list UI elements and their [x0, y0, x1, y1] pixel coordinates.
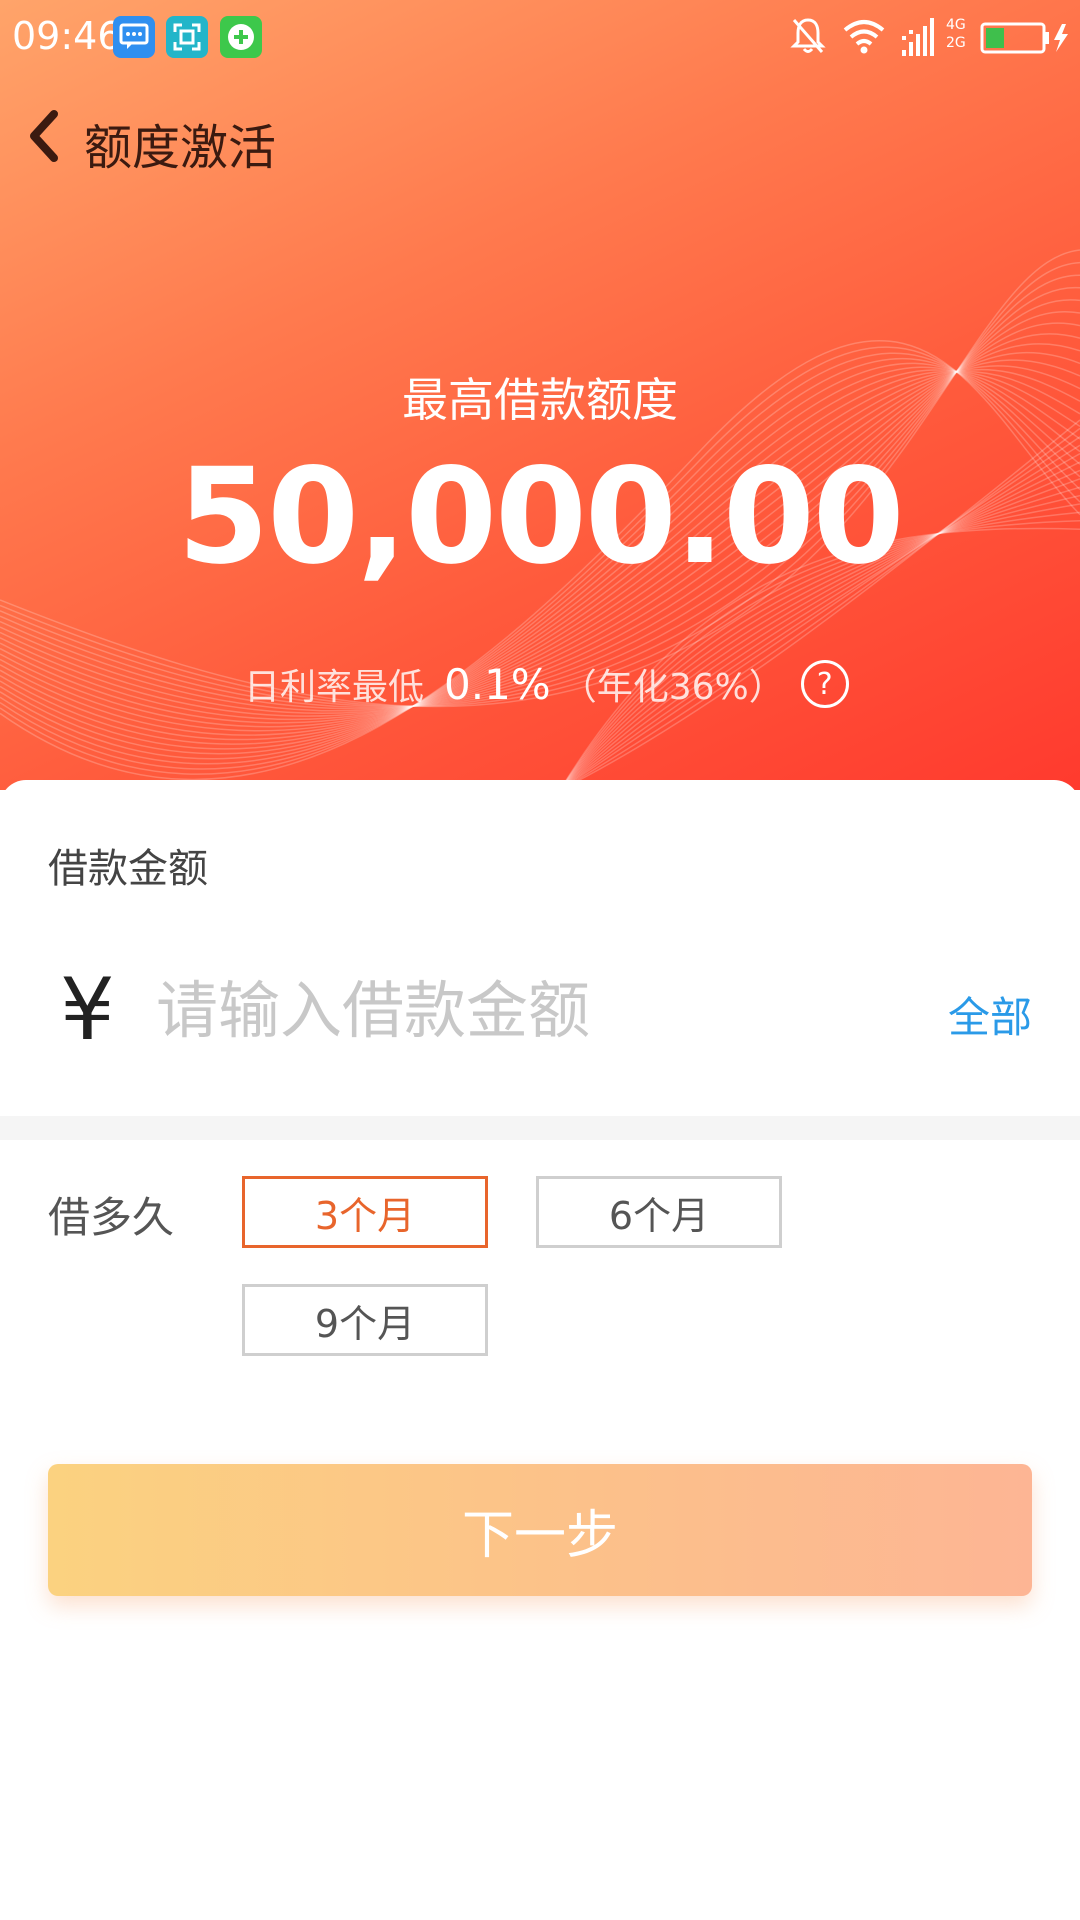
term-option-3-months[interactable]: 3个月 [242, 1176, 488, 1248]
network-type: 4G 2G [946, 17, 966, 51]
term-option-9-months[interactable]: 9个月 [242, 1284, 488, 1356]
signal-icon [902, 18, 934, 56]
bell-off-icon [790, 18, 826, 53]
term-option-6-months[interactable]: 6个月 [536, 1176, 782, 1248]
section-divider [0, 1116, 1080, 1140]
message-icon [113, 16, 155, 58]
wifi-icon [843, 20, 885, 54]
next-step-button[interactable]: 下一步 [48, 1464, 1032, 1596]
currency-symbol: ¥ [60, 960, 115, 1060]
status-time: 09:46 [12, 14, 122, 58]
scan-icon [166, 16, 208, 58]
help-icon[interactable]: ? [800, 660, 849, 708]
rate-value: 0.1% [444, 659, 551, 709]
limit-label: 最高借款额度 [402, 373, 678, 427]
rate-prefix: 日利率最低 [244, 667, 425, 708]
loan-form-card: 借款金额 ¥ 全部 借多久 3个月 6个月 9个月 下一步 [0, 780, 1080, 1920]
rate-row: 日利率最低 0.1% （年化36%） ? [244, 654, 849, 714]
back-chevron-icon [30, 110, 58, 162]
rate-annual: （年化36%） [560, 667, 785, 708]
back-button[interactable] [24, 108, 74, 168]
amount-input[interactable] [156, 960, 916, 1060]
status-bar: 09:46 4G 2G [0, 0, 1080, 76]
limit-amount: 50,000.00 [177, 440, 904, 594]
amount-label: 借款金额 [48, 846, 208, 892]
term-label: 借多久 [48, 1193, 175, 1242]
hero-banner: 09:46 4G 2G 额度激活 最高借款额度 50,000.00 日利率最低 … [0, 0, 1080, 790]
battery-icon [980, 22, 1068, 54]
page-title: 额度激活 [84, 120, 277, 176]
all-amount-link[interactable]: 全部 [948, 984, 1032, 1045]
plus-circle-icon [220, 16, 262, 58]
